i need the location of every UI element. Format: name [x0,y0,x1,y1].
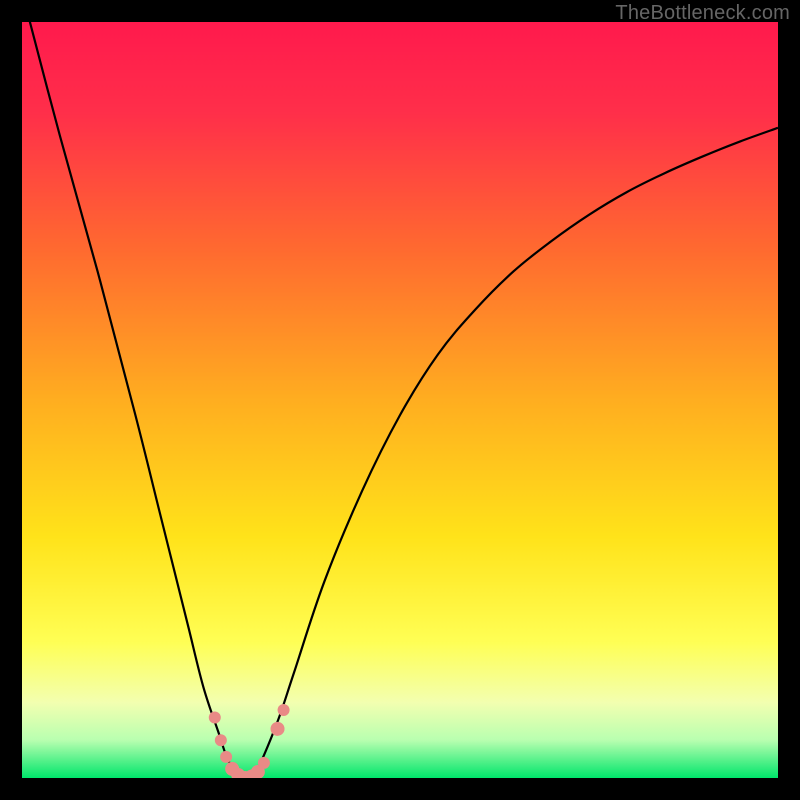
gradient-plot-area [22,22,778,778]
chart-frame: TheBottleneck.com [0,0,800,800]
